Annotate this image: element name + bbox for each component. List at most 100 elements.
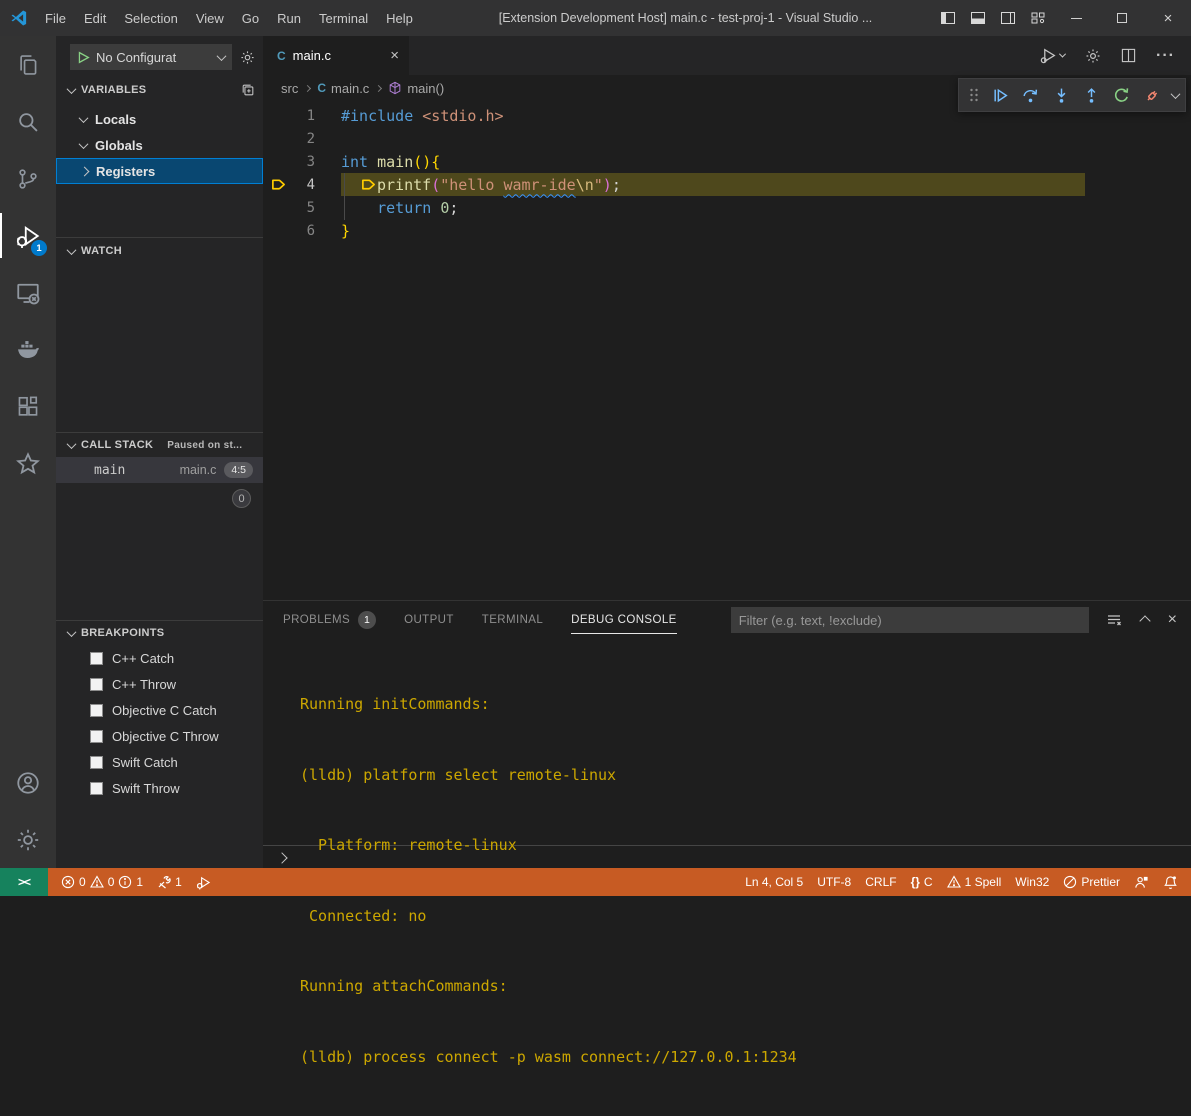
code-editor[interactable]: 1 #include <stdio.h> 2 3 int main(){ 4 p… bbox=[263, 101, 1191, 597]
maximize-button[interactable] bbox=[1099, 0, 1145, 36]
menu-go[interactable]: Go bbox=[233, 0, 268, 36]
run-file-button[interactable] bbox=[1040, 47, 1065, 64]
callstack-section-header[interactable]: CALL STACK Paused on st... bbox=[56, 433, 263, 457]
breadcrumb-folder[interactable]: src bbox=[281, 81, 298, 96]
breakpoint-checkbox[interactable] bbox=[90, 678, 103, 691]
restart-icon[interactable] bbox=[1109, 82, 1134, 108]
build-target-status[interactable]: Win32 bbox=[1008, 868, 1056, 896]
editor-settings-gear-icon[interactable] bbox=[1085, 48, 1101, 64]
minimize-button[interactable] bbox=[1053, 0, 1099, 36]
tab-problems[interactable]: PROBLEMS 1 bbox=[283, 601, 376, 639]
menu-view[interactable]: View bbox=[187, 0, 233, 36]
step-into-icon[interactable] bbox=[1048, 82, 1073, 108]
breakpoint-checkbox[interactable] bbox=[90, 756, 103, 769]
debug-console-output[interactable]: Running initCommands: (lldb) platform se… bbox=[263, 639, 1191, 845]
breakpoint-row-cpp-throw[interactable]: C++ Throw bbox=[56, 671, 263, 697]
disconnect-icon[interactable] bbox=[1140, 82, 1165, 108]
debug-status-icon[interactable] bbox=[189, 868, 218, 896]
continue-icon[interactable] bbox=[988, 82, 1013, 108]
close-tab-icon[interactable]: × bbox=[390, 48, 399, 63]
feedback-person-icon[interactable] bbox=[1127, 868, 1156, 896]
step-over-icon[interactable] bbox=[1018, 82, 1043, 108]
cursor-position-status[interactable]: Ln 4, Col 5 bbox=[738, 868, 810, 896]
activity-search-icon[interactable] bbox=[0, 93, 56, 150]
spell-checker-status[interactable]: 1 Spell bbox=[940, 868, 1009, 896]
variables-item-locals[interactable]: Locals bbox=[56, 106, 263, 132]
launch-config-dropdown[interactable]: No Configurat bbox=[70, 44, 232, 70]
breakpoint-checkbox[interactable] bbox=[90, 652, 103, 665]
breakpoint-row-cpp-catch[interactable]: C++ Catch bbox=[56, 645, 263, 671]
line-number: 5 bbox=[289, 200, 315, 216]
line-number: 3 bbox=[289, 154, 315, 170]
activity-extensions-icon[interactable] bbox=[0, 378, 56, 435]
debug-settings-gear-icon[interactable] bbox=[240, 50, 255, 65]
toggle-secondary-sidebar-icon[interactable] bbox=[993, 0, 1023, 36]
menu-terminal[interactable]: Terminal bbox=[310, 0, 377, 36]
line-number: 6 bbox=[289, 223, 315, 239]
encoding-status[interactable]: UTF-8 bbox=[810, 868, 858, 896]
activity-run-debug-icon[interactable]: 1 bbox=[0, 207, 56, 264]
breakpoints-section-header[interactable]: BREAKPOINTS bbox=[56, 621, 263, 645]
breakpoint-checkbox[interactable] bbox=[90, 782, 103, 795]
stack-frame-row[interactable]: main main.c 4:5 bbox=[56, 457, 263, 483]
close-window-button[interactable]: × bbox=[1145, 0, 1191, 36]
debug-current-frame-icon bbox=[271, 177, 286, 192]
activity-favorites-icon[interactable] bbox=[0, 435, 56, 492]
variables-item-globals[interactable]: Globals bbox=[56, 132, 263, 158]
code-line-6: 6 } bbox=[263, 219, 1191, 242]
toolbar-more-chevron-icon[interactable] bbox=[1171, 89, 1181, 99]
formatter-status[interactable]: Prettier bbox=[1056, 868, 1127, 896]
variables-section-header[interactable]: VARIABLES bbox=[56, 78, 263, 102]
misspelled-word: wamr-ide bbox=[503, 176, 575, 194]
breakpoint-row-swift-throw[interactable]: Swift Throw bbox=[56, 775, 263, 801]
breakpoint-row-swift-catch[interactable]: Swift Catch bbox=[56, 749, 263, 775]
maximize-panel-icon[interactable] bbox=[1141, 613, 1149, 628]
console-filter-input[interactable] bbox=[731, 607, 1089, 633]
breadcrumb-symbol[interactable]: main() bbox=[388, 81, 444, 96]
console-prompt-icon bbox=[276, 852, 287, 863]
tab-output[interactable]: OUTPUT bbox=[404, 601, 454, 639]
breakpoint-checkbox[interactable] bbox=[90, 704, 103, 717]
close-panel-icon[interactable]: × bbox=[1168, 611, 1177, 629]
toggle-sidebar-icon[interactable] bbox=[933, 0, 963, 36]
tab-terminal[interactable]: TERMINAL bbox=[482, 601, 543, 639]
tools-status[interactable]: 1 bbox=[150, 868, 189, 896]
step-out-icon[interactable] bbox=[1079, 82, 1104, 108]
toolbar-drag-grip[interactable] bbox=[965, 82, 983, 108]
breakpoint-row-objc-catch[interactable]: Objective C Catch bbox=[56, 697, 263, 723]
console-line: Running initCommands: bbox=[300, 693, 1191, 717]
menu-edit[interactable]: Edit bbox=[75, 0, 115, 36]
remote-indicator[interactable]: >< bbox=[0, 868, 48, 896]
menu-help[interactable]: Help bbox=[377, 0, 422, 36]
code-line-5: 5 return 0; bbox=[263, 196, 1191, 219]
language-mode-status[interactable]: {} C bbox=[904, 868, 940, 896]
tab-main-c[interactable]: C main.c × bbox=[263, 36, 409, 75]
problems-status[interactable]: 0 0 1 bbox=[54, 868, 150, 896]
settings-gear-icon[interactable] bbox=[0, 811, 56, 868]
chevron-down-icon bbox=[67, 439, 77, 449]
tab-debug-console[interactable]: DEBUG CONSOLE bbox=[571, 601, 677, 639]
clear-console-icon[interactable] bbox=[1106, 612, 1122, 628]
menu-run[interactable]: Run bbox=[268, 0, 310, 36]
activity-source-control-icon[interactable] bbox=[0, 150, 56, 207]
activity-explorer-icon[interactable] bbox=[0, 36, 56, 93]
c-file-icon: C bbox=[277, 49, 286, 63]
eol-status[interactable]: CRLF bbox=[858, 868, 903, 896]
activity-docker-icon[interactable] bbox=[0, 321, 56, 378]
breadcrumb-separator-icon bbox=[375, 84, 382, 91]
breakpoint-row-objc-throw[interactable]: Objective C Throw bbox=[56, 723, 263, 749]
account-icon[interactable] bbox=[0, 754, 56, 811]
split-editor-icon[interactable] bbox=[1121, 48, 1136, 63]
customize-layout-icon[interactable] bbox=[1023, 0, 1053, 36]
more-actions-icon[interactable]: ··· bbox=[1156, 47, 1175, 65]
toggle-panel-icon[interactable] bbox=[963, 0, 993, 36]
watch-section-header[interactable]: WATCH bbox=[56, 238, 263, 264]
breadcrumb-file[interactable]: C main.c bbox=[317, 81, 369, 96]
menu-selection[interactable]: Selection bbox=[115, 0, 186, 36]
activity-remote-explorer-icon[interactable] bbox=[0, 264, 56, 321]
notifications-bell-icon[interactable] bbox=[1156, 868, 1185, 896]
menu-file[interactable]: File bbox=[36, 0, 75, 36]
breakpoint-checkbox[interactable] bbox=[90, 730, 103, 743]
variables-item-registers[interactable]: Registers bbox=[56, 158, 263, 184]
collapse-all-icon[interactable] bbox=[241, 83, 255, 97]
